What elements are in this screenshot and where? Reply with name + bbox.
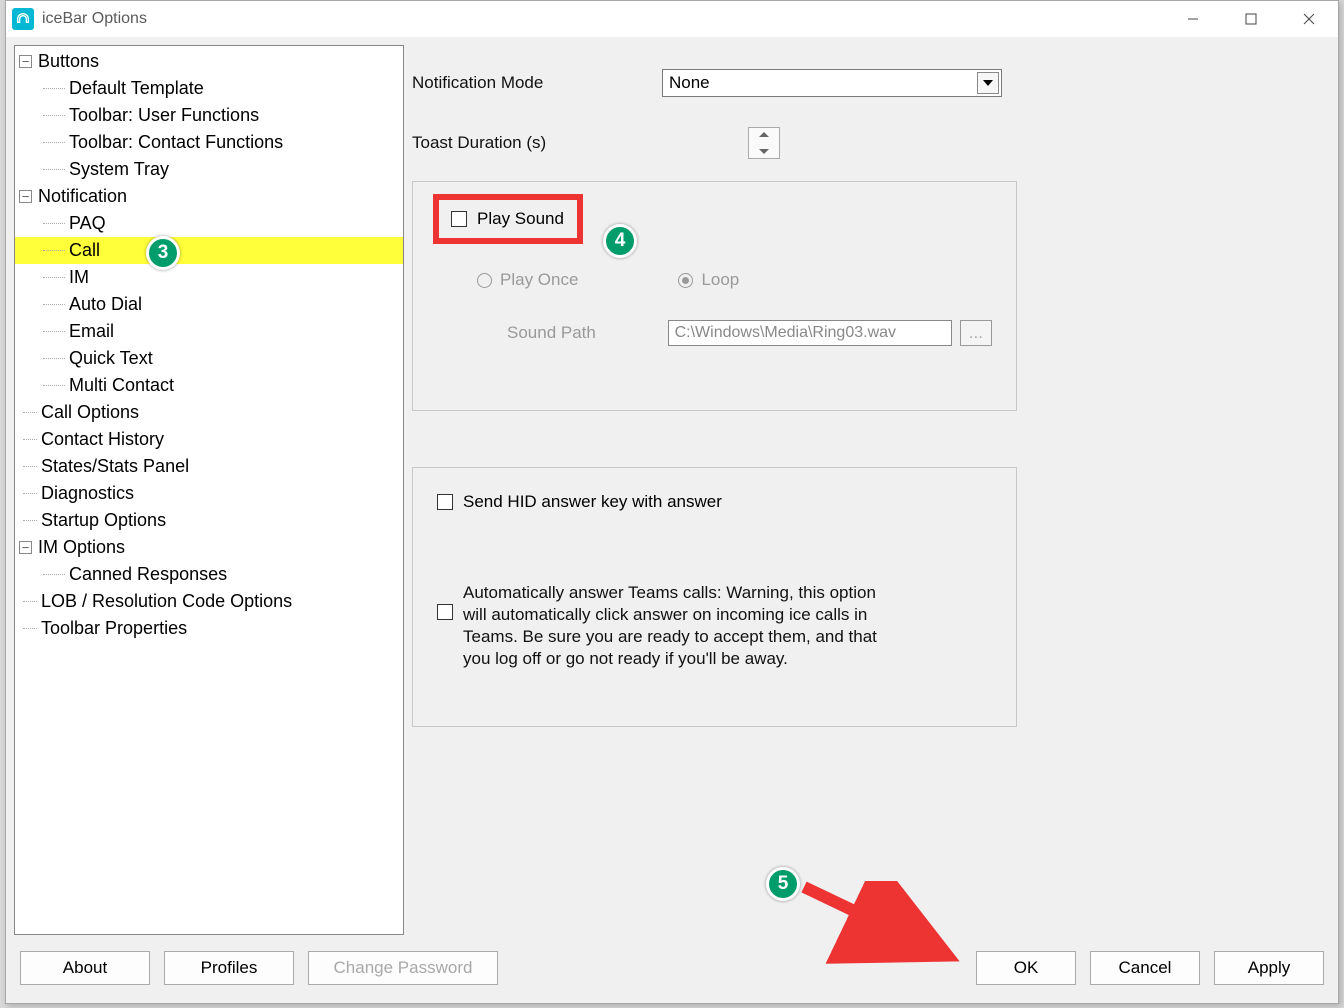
- ok-button[interactable]: OK: [976, 951, 1076, 985]
- toast-duration-label: Toast Duration (s): [412, 133, 662, 153]
- browse-button[interactable]: ...: [960, 320, 992, 346]
- annotation-step-5: 5: [766, 867, 800, 901]
- tree-item[interactable]: Default Template: [69, 78, 204, 99]
- chevron-down-icon: [977, 72, 999, 94]
- tree-item[interactable]: States/Stats Panel: [41, 456, 189, 477]
- play-sound-group: Play Sound Play Once Loop Sound Path C:\…: [412, 181, 1017, 411]
- tree-item[interactable]: Multi Contact: [69, 375, 174, 396]
- tree-item[interactable]: Toolbar: Contact Functions: [69, 132, 283, 153]
- change-password-button[interactable]: Change Password: [308, 951, 498, 985]
- cancel-button[interactable]: Cancel: [1090, 951, 1200, 985]
- tree-item[interactable]: LOB / Resolution Code Options: [41, 591, 292, 612]
- tree-item[interactable]: PAQ: [69, 213, 106, 234]
- play-sound-label: Play Sound: [477, 209, 564, 229]
- tree-item-buttons[interactable]: Buttons: [38, 51, 99, 72]
- annotation-step-4: 4: [603, 224, 637, 258]
- play-once-radio[interactable]: [477, 273, 492, 288]
- annotation-highlight: Play Sound: [433, 194, 583, 244]
- notification-mode-dropdown[interactable]: None: [662, 69, 1002, 97]
- apply-button[interactable]: Apply: [1214, 951, 1324, 985]
- tree-item[interactable]: Toolbar: User Functions: [69, 105, 259, 126]
- dialog-footer: About Profiles Change Password OK Cancel…: [6, 943, 1338, 1003]
- play-sound-checkbox[interactable]: [451, 211, 467, 227]
- auto-answer-checkbox[interactable]: [437, 604, 453, 620]
- loop-radio[interactable]: [678, 273, 693, 288]
- options-tree[interactable]: − Buttons Default Template Toolbar: User…: [14, 45, 404, 935]
- sound-path-label: Sound Path: [507, 323, 668, 343]
- titlebar: iceBar Options: [6, 1, 1338, 37]
- toast-duration-spinner[interactable]: [748, 127, 780, 159]
- tree-item-call[interactable]: Call: [69, 240, 100, 261]
- expander-icon[interactable]: −: [19, 190, 32, 203]
- tree-item[interactable]: Auto Dial: [69, 294, 142, 315]
- expander-icon[interactable]: −: [19, 55, 32, 68]
- tree-item[interactable]: Toolbar Properties: [41, 618, 187, 639]
- close-button[interactable]: [1280, 1, 1338, 37]
- expander-icon[interactable]: −: [19, 541, 32, 554]
- sound-path-input[interactable]: C:\Windows\Media\Ring03.wav: [668, 320, 952, 346]
- dropdown-value: None: [669, 73, 710, 93]
- annotation-arrow: [798, 881, 968, 971]
- tree-item[interactable]: Canned Responses: [69, 564, 227, 585]
- minimize-button[interactable]: [1164, 1, 1222, 37]
- tree-item[interactable]: Email: [69, 321, 114, 342]
- auto-answer-label: Automatically answer Teams calls: Warnin…: [463, 582, 893, 670]
- annotation-step-3: 3: [146, 236, 180, 270]
- window-title: iceBar Options: [42, 10, 147, 28]
- notification-mode-label: Notification Mode: [412, 73, 662, 93]
- tree-item[interactable]: System Tray: [69, 159, 169, 180]
- about-button[interactable]: About: [20, 951, 150, 985]
- maximize-button[interactable]: [1222, 1, 1280, 37]
- profiles-button[interactable]: Profiles: [164, 951, 294, 985]
- options-dialog: iceBar Options − Buttons Default Templat…: [5, 0, 1339, 1004]
- tree-item[interactable]: Quick Text: [69, 348, 153, 369]
- send-hid-label: Send HID answer key with answer: [463, 492, 722, 512]
- settings-panel: Notification Mode None Toast Duration (s…: [412, 45, 1330, 935]
- tree-item[interactable]: IM: [69, 267, 89, 288]
- answer-options-group: Send HID answer key with answer Automati…: [412, 467, 1017, 727]
- tree-item[interactable]: Call Options: [41, 402, 139, 423]
- tree-item-im-options[interactable]: IM Options: [38, 537, 125, 558]
- tree-item[interactable]: Contact History: [41, 429, 164, 450]
- app-icon: [12, 8, 34, 30]
- tree-item[interactable]: Diagnostics: [41, 483, 134, 504]
- tree-item-notification[interactable]: Notification: [38, 186, 127, 207]
- play-once-label: Play Once: [500, 270, 578, 290]
- tree-item[interactable]: Startup Options: [41, 510, 166, 531]
- send-hid-checkbox[interactable]: [437, 494, 453, 510]
- loop-label: Loop: [701, 270, 739, 290]
